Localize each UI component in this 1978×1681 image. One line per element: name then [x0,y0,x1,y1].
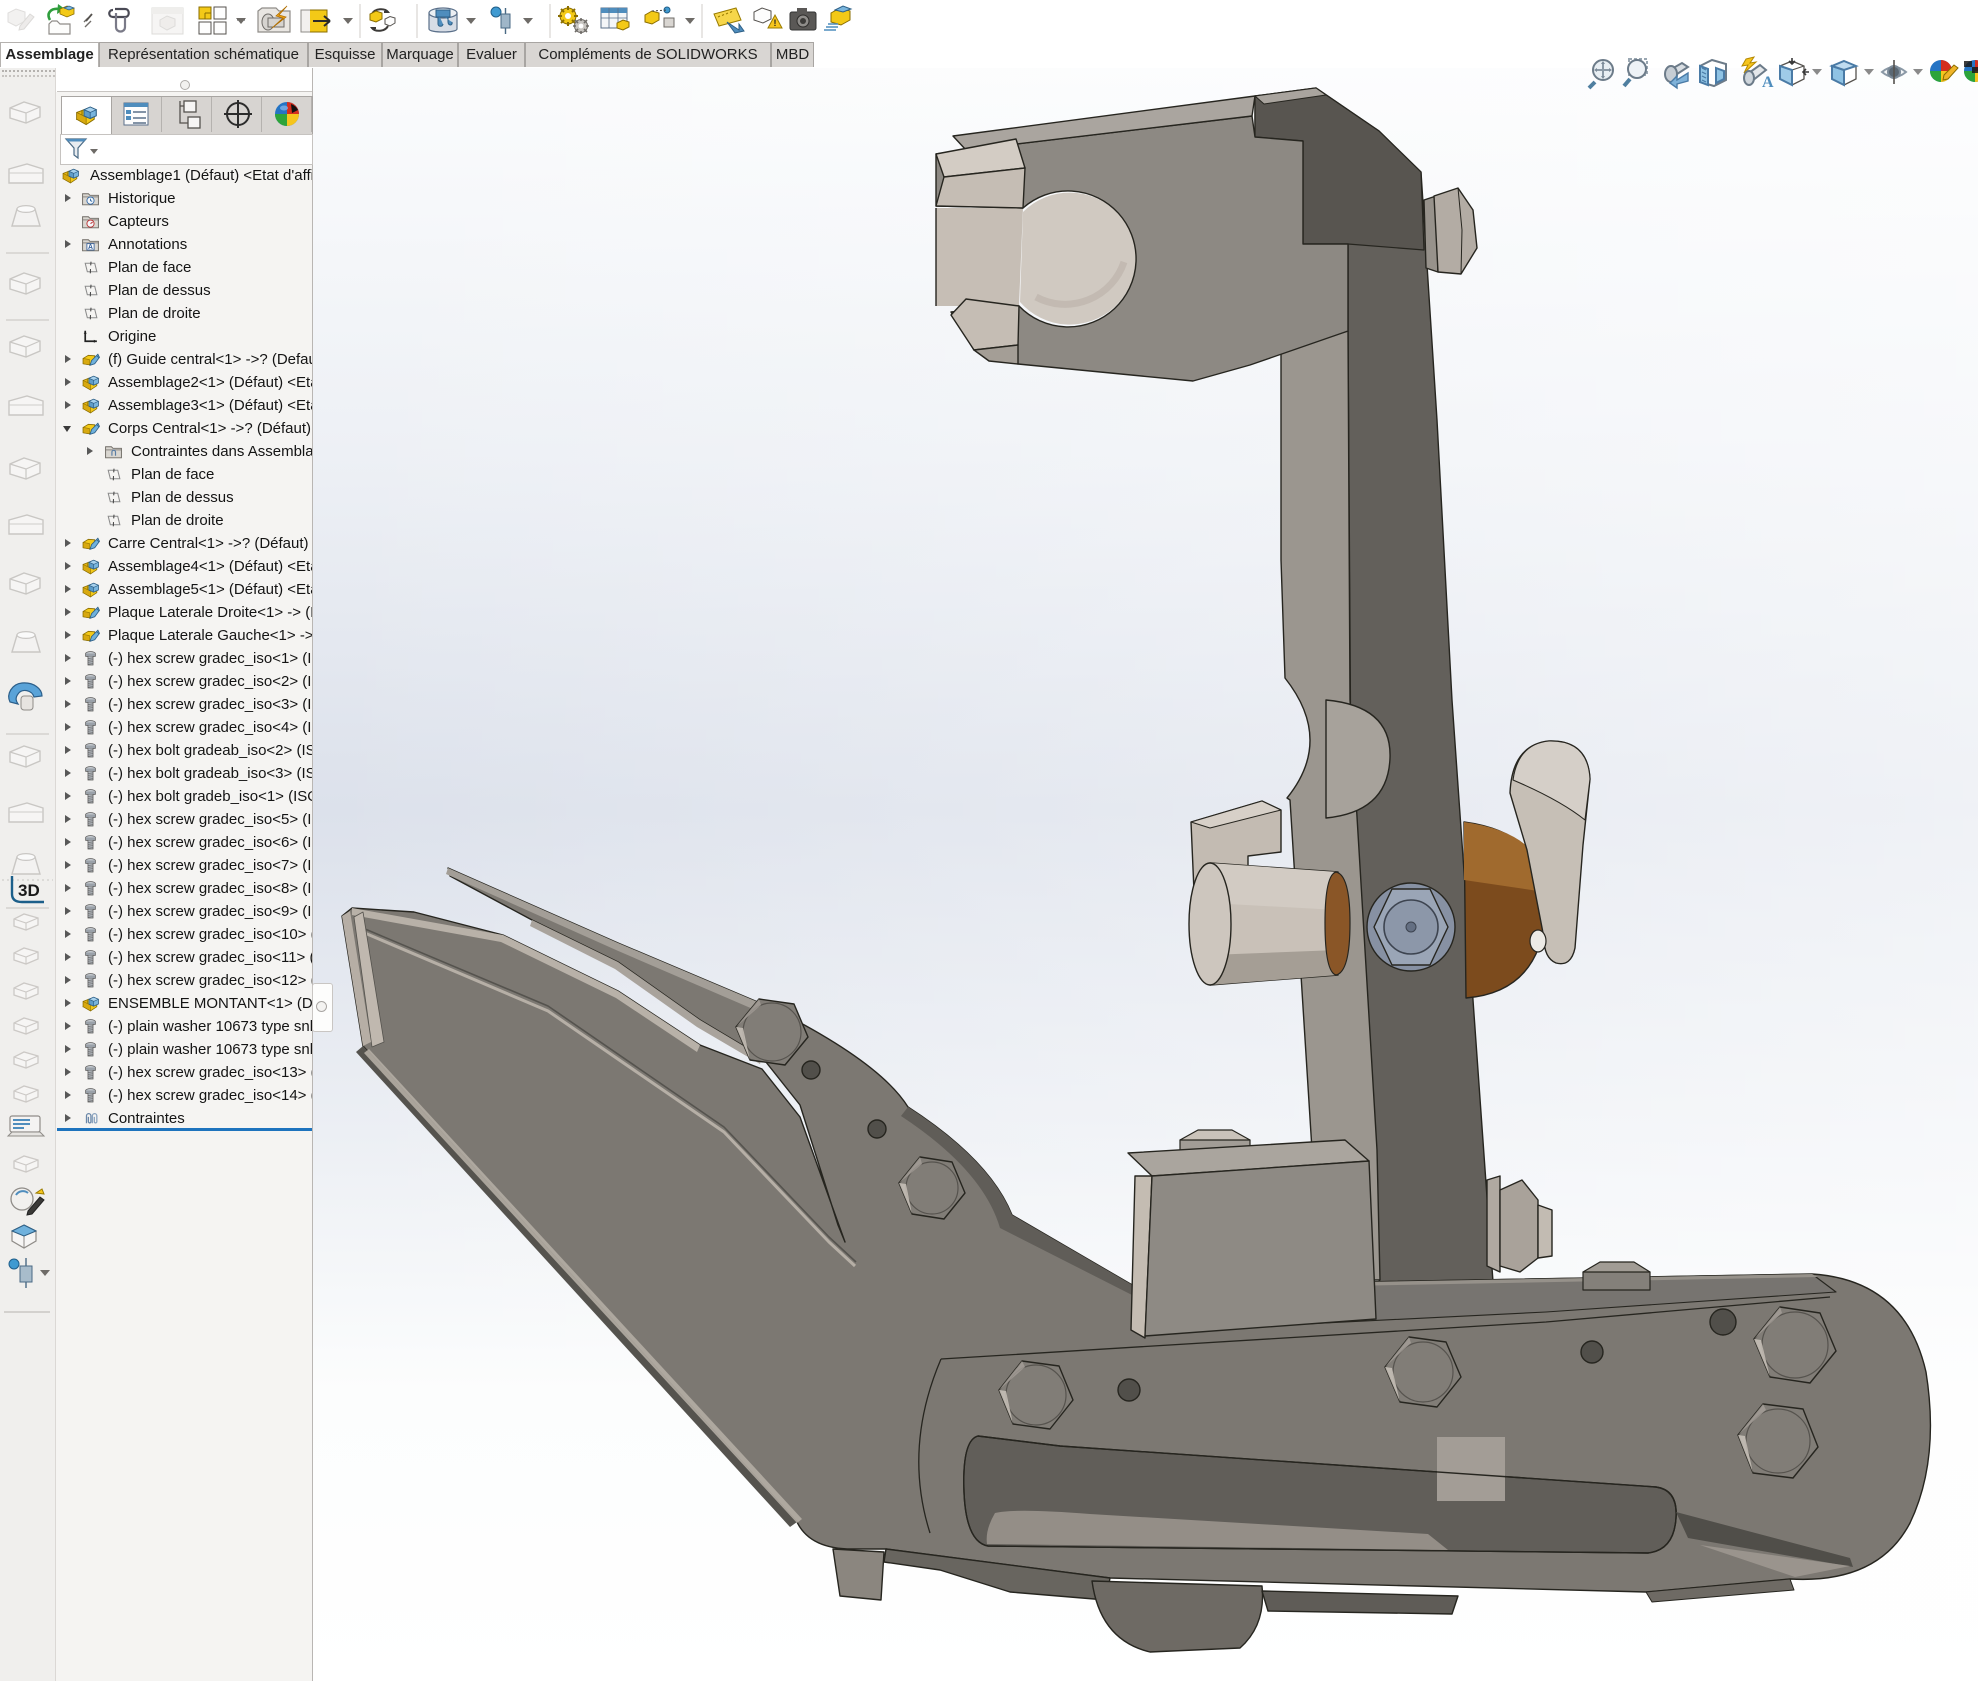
svg-text:A: A [1762,74,1774,91]
